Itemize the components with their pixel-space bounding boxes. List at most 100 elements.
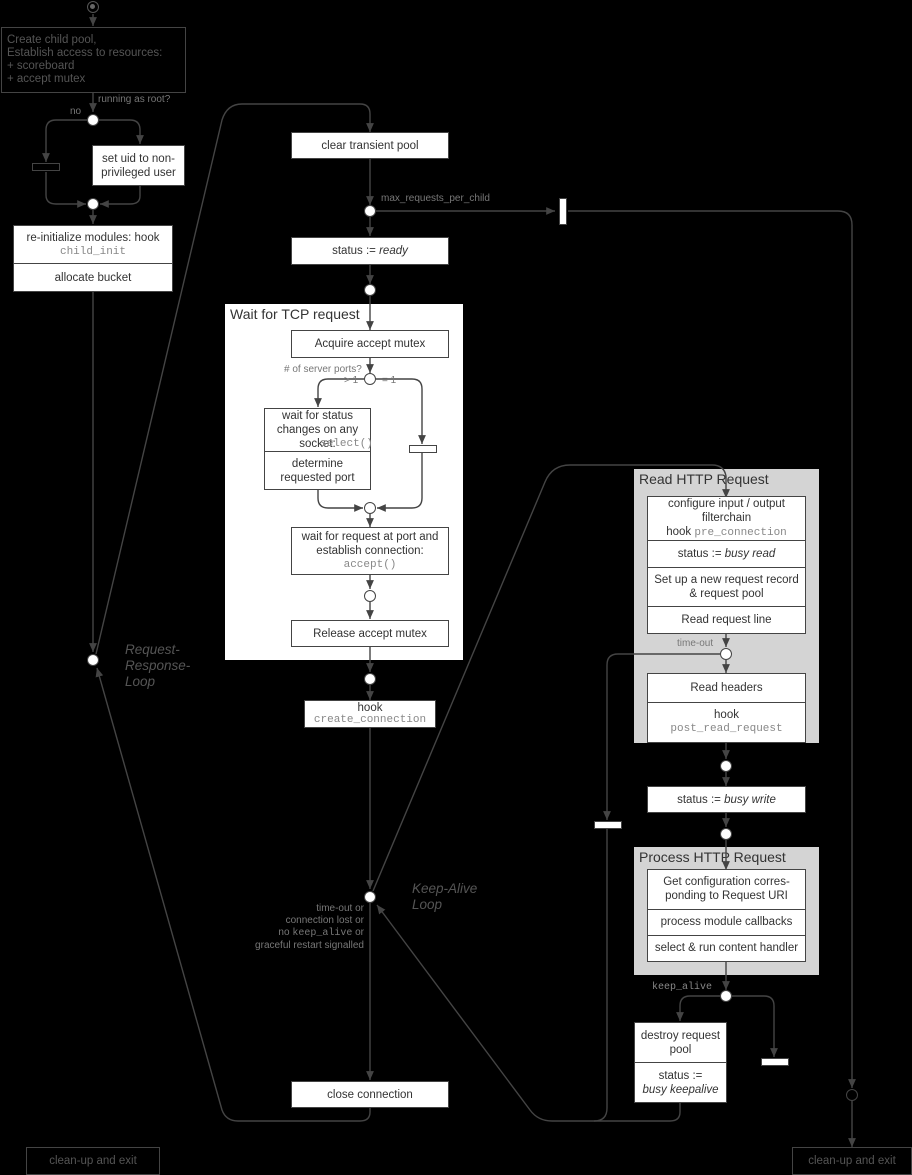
destroy-request-pool-cell: destroy request pool bbox=[640, 1029, 721, 1056]
decision-node-icon bbox=[364, 373, 376, 385]
loop-label-line: Loop bbox=[412, 897, 443, 912]
request-response-loop-label: Request- Response- Loop bbox=[125, 642, 190, 690]
text-line: Establish access to resources: bbox=[7, 47, 163, 59]
wire bbox=[317, 489, 363, 512]
wire bbox=[732, 995, 778, 1057]
merge-node-icon bbox=[364, 590, 376, 602]
status-value: busy keepalive bbox=[642, 1083, 719, 1096]
process-callbacks-cell: process module callbacks bbox=[648, 908, 805, 935]
hook-name: pre_connection bbox=[694, 527, 787, 540]
keep-alive-label: keep_alive bbox=[652, 982, 713, 993]
box-text: clean-up and exit bbox=[808, 1155, 896, 1167]
read-headers-stack: Read headers hook post_read_request bbox=[647, 673, 806, 743]
box-text: clear transient pool bbox=[321, 139, 419, 152]
wire bbox=[100, 186, 141, 208]
decision-node-icon bbox=[364, 205, 376, 217]
setup-request-record-cell: Set up a new request record & request po… bbox=[648, 567, 805, 606]
release-mutex-box: Release accept mutex bbox=[291, 620, 449, 647]
exit-conditions-label: time-out or connection lost or no keep_a… bbox=[255, 903, 364, 952]
status-prefix: status := bbox=[332, 245, 380, 257]
status-ready-box: status := ready bbox=[291, 237, 449, 265]
text-line: + scoreboard bbox=[7, 60, 75, 72]
box-text: Acquire accept mutex bbox=[314, 338, 426, 350]
merge-node-icon bbox=[720, 828, 732, 840]
status-value: busy write bbox=[724, 793, 776, 806]
run-content-handler-cell: select & run content handler bbox=[648, 934, 805, 961]
sync-bar-icon bbox=[761, 1058, 789, 1066]
keep-alive-loop-node-icon bbox=[364, 891, 376, 903]
wire bbox=[95, 667, 371, 1122]
request-response-loop-node-icon bbox=[87, 654, 99, 666]
cleanup-exit-right-box: clean-up and exit bbox=[792, 1147, 912, 1175]
merge-node-icon bbox=[364, 284, 376, 296]
sync-bar-icon bbox=[594, 821, 622, 829]
get-configuration-cell: Get configuration corres-ponding to Requ… bbox=[663, 876, 790, 903]
start-node-icon bbox=[87, 1, 99, 13]
cleanup-exit-left-box: clean-up and exit bbox=[26, 1147, 160, 1175]
condition-text: no bbox=[278, 927, 293, 938]
sync-bar-icon bbox=[559, 198, 567, 225]
hook-create-connection-box: hook create_connection bbox=[304, 700, 436, 728]
merge-node-icon bbox=[364, 502, 376, 514]
wire bbox=[376, 378, 426, 444]
determine-port-cell: determine requested port bbox=[265, 451, 370, 489]
keep-alive-loop-label: Keep-Alive Loop bbox=[412, 881, 477, 913]
condition-code: keep_alive bbox=[292, 928, 353, 939]
wire bbox=[376, 829, 608, 1122]
hook-name: child_init bbox=[59, 245, 126, 258]
close-connection-box: close connection bbox=[291, 1081, 449, 1108]
decision-node-icon bbox=[720, 648, 732, 660]
set-uid-box: set uid to non-privileged user bbox=[92, 145, 185, 186]
gt1-label: > 1 bbox=[344, 375, 359, 386]
hook-name: post_read_request bbox=[670, 723, 783, 736]
text-line: + accept mutex bbox=[7, 73, 86, 85]
hook-label: hook bbox=[666, 526, 695, 539]
box-text: wait for request at port and establish c… bbox=[301, 531, 439, 557]
running-as-root-label: running as root? bbox=[98, 94, 171, 105]
sync-bar-icon bbox=[409, 445, 437, 453]
wire bbox=[99, 119, 144, 144]
condition-text: or bbox=[352, 927, 364, 938]
read-headers-cell: Read headers bbox=[690, 681, 763, 694]
keepalive-stack: destroy request pool status := busy keep… bbox=[634, 1022, 727, 1103]
reinit-modules-box: re-initialize modules: hook child_init a… bbox=[13, 225, 173, 292]
allocate-bucket-cell: allocate bucket bbox=[14, 263, 172, 291]
condition-line: connection lost or bbox=[285, 915, 364, 926]
loop-label-line: Response- bbox=[125, 658, 191, 673]
decision-node-icon bbox=[720, 990, 732, 1002]
clear-transient-pool-box: clear transient pool bbox=[291, 132, 449, 159]
condition-line: time-out or bbox=[316, 903, 364, 914]
loop-label-line: Request- bbox=[125, 642, 180, 657]
sync-bar-icon bbox=[32, 163, 60, 171]
condition-line: graceful restart signalled bbox=[255, 940, 364, 951]
condition-line: no keep_alive or bbox=[255, 927, 364, 940]
text-line: Create child pool, bbox=[7, 34, 97, 46]
time-out-label: time-out bbox=[677, 638, 714, 649]
loop-label-line: Keep-Alive bbox=[412, 881, 478, 896]
no-label: no bbox=[70, 106, 82, 117]
box-text: clean-up and exit bbox=[49, 1155, 137, 1167]
max-requests-label: max_requests_per_child bbox=[381, 193, 490, 204]
box-text: hook bbox=[714, 709, 739, 722]
wire bbox=[377, 453, 423, 512]
box-text: set uid to non-privileged user bbox=[101, 152, 176, 179]
box-text: Release accept mutex bbox=[313, 627, 427, 640]
read-request-line-cell: Read request line bbox=[648, 605, 805, 633]
wire bbox=[42, 119, 87, 162]
wait-status-changes-box: wait for status changes on any socket: s… bbox=[264, 408, 373, 490]
status-busy-write-box: status := busy write bbox=[647, 786, 806, 813]
status-prefix: status := bbox=[677, 793, 725, 806]
process-http-request-stack: Get configuration corres-ponding to Requ… bbox=[647, 869, 806, 962]
function-name: accept() bbox=[343, 559, 397, 571]
box-text: close connection bbox=[327, 1088, 413, 1101]
decision-node-icon bbox=[87, 114, 99, 126]
read-http-request-stack: configure input / output filterchain hoo… bbox=[647, 496, 806, 634]
status-prefix: status := bbox=[658, 1069, 703, 1082]
wire bbox=[45, 172, 86, 208]
function-name: select() bbox=[320, 438, 373, 450]
create-child-pool-box: Create child pool, Establish access to r… bbox=[1, 27, 186, 93]
acquire-mutex-box: Acquire accept mutex bbox=[291, 330, 449, 358]
status-value: ready bbox=[379, 245, 408, 257]
hook-name: create_connection bbox=[313, 714, 427, 726]
box-text: hook bbox=[357, 702, 383, 714]
